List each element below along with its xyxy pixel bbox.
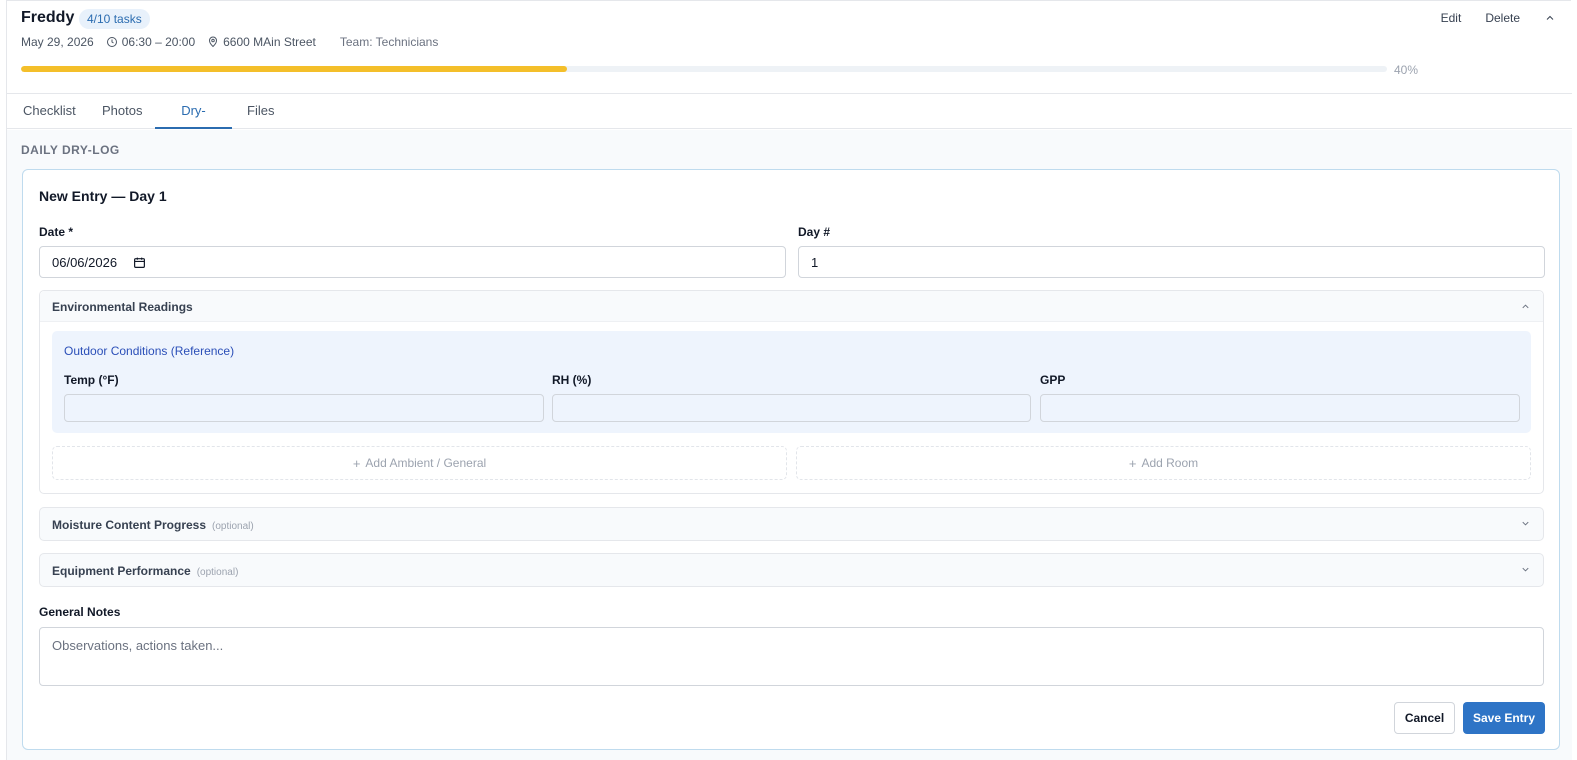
general-notes-label: General Notes [39, 605, 121, 619]
general-notes-textarea[interactable]: Observations, actions taken... [39, 627, 1544, 686]
chevron-down-icon[interactable] [1520, 564, 1531, 575]
job-title: Freddy [21, 9, 75, 26]
rh-label: RH (%) [552, 373, 592, 387]
map-pin-icon [209, 36, 218, 48]
calendar-icon[interactable] [133, 256, 146, 269]
gpp-label: GPP [1040, 373, 1066, 387]
task-count-badge: 4/10 tasks [79, 9, 150, 29]
plus-icon: + [1128, 455, 1137, 471]
cancel-button[interactable]: Cancel [1394, 702, 1455, 734]
chevron-up-icon[interactable] [1544, 12, 1556, 24]
tab-files[interactable]: Files [231, 95, 290, 129]
clock-icon [106, 37, 117, 47]
add-ambient-label: Add Ambient / General [365, 456, 487, 470]
tab-checklist[interactable]: Checklist [7, 95, 92, 129]
temp-input[interactable] [64, 394, 544, 422]
new-entry-card: New Entry — Day 1 Date * 06/06/2026 Day … [22, 169, 1560, 750]
moisture-content-label: Moisture Content Progress [52, 518, 207, 532]
optional-tag: (optional) [212, 521, 254, 532]
tab-photos[interactable]: Photos [86, 95, 158, 129]
section-title: DAILY DRY-LOG [21, 143, 120, 157]
temp-label: Temp (°F) [64, 373, 119, 387]
outdoor-conditions-title: Outdoor Conditions (Reference) [64, 344, 235, 358]
header-actions: Edit Delete [1441, 11, 1556, 25]
progress-fill [21, 66, 568, 72]
save-entry-button[interactable]: Save Entry [1463, 702, 1545, 734]
equipment-performance-title: Equipment Performance (optional) [52, 564, 238, 578]
day-input[interactable]: 1 [798, 246, 1545, 278]
dry-log-panel: DAILY DRY-LOG New Entry — Day 1 Date * 0… [7, 130, 1572, 760]
equipment-performance-section[interactable]: Equipment Performance (optional) [39, 553, 1544, 587]
app-frame: Freddy 4/10 tasks May 29, 2026 06:30 – 2… [6, 0, 1572, 760]
job-time: 06:30 – 20:00 [121, 35, 196, 49]
delete-button[interactable]: Delete [1485, 11, 1520, 25]
moisture-content-title: Moisture Content Progress (optional) [52, 518, 254, 532]
date-input[interactable]: 06/06/2026 [39, 246, 786, 278]
edit-button[interactable]: Edit [1441, 11, 1462, 25]
add-room-button[interactable]: + Add Room [796, 446, 1531, 480]
moisture-content-section[interactable]: Moisture Content Progress (optional) [39, 507, 1544, 541]
tab-bar: Checklist Photos Dry-Log Files [7, 95, 1572, 150]
environmental-readings-section: Environmental Readings Outdoor Condition… [39, 290, 1544, 494]
job-header: Freddy 4/10 tasks May 29, 2026 06:30 – 2… [7, 1, 1572, 94]
add-ambient-button[interactable]: + Add Ambient / General [52, 446, 787, 480]
job-meta: May 29, 2026 06:30 – 20:00 6600 MAin Str… [21, 35, 438, 49]
environmental-readings-header[interactable]: Environmental Readings [40, 291, 1543, 322]
day-value: 1 [811, 254, 819, 270]
equipment-performance-label: Equipment Performance [52, 564, 191, 578]
job-date: May 29, 2026 [21, 35, 94, 49]
add-room-label: Add Room [1141, 456, 1199, 470]
chevron-up-icon[interactable] [1520, 301, 1531, 312]
job-address: 6600 MAin Street [223, 35, 316, 49]
date-label: Date * [39, 225, 74, 239]
environmental-readings-title: Environmental Readings [52, 300, 193, 314]
job-team: Team: Technicians [339, 35, 439, 49]
optional-tag: (optional) [196, 567, 239, 578]
entry-title: New Entry — Day 1 [39, 188, 167, 204]
progress-label: 40% [1394, 63, 1419, 77]
plus-icon: + [352, 455, 361, 471]
progress-bar [21, 66, 1387, 72]
chevron-down-icon[interactable] [1520, 518, 1531, 529]
date-value: 06/06/2026 [52, 254, 118, 270]
day-label: Day # [798, 225, 831, 239]
rh-input[interactable] [552, 394, 1031, 422]
tab-dry-log[interactable]: Dry-Log [155, 95, 232, 150]
outdoor-conditions-panel: Outdoor Conditions (Reference) Temp (°F)… [52, 331, 1531, 433]
gpp-input[interactable] [1040, 394, 1520, 422]
